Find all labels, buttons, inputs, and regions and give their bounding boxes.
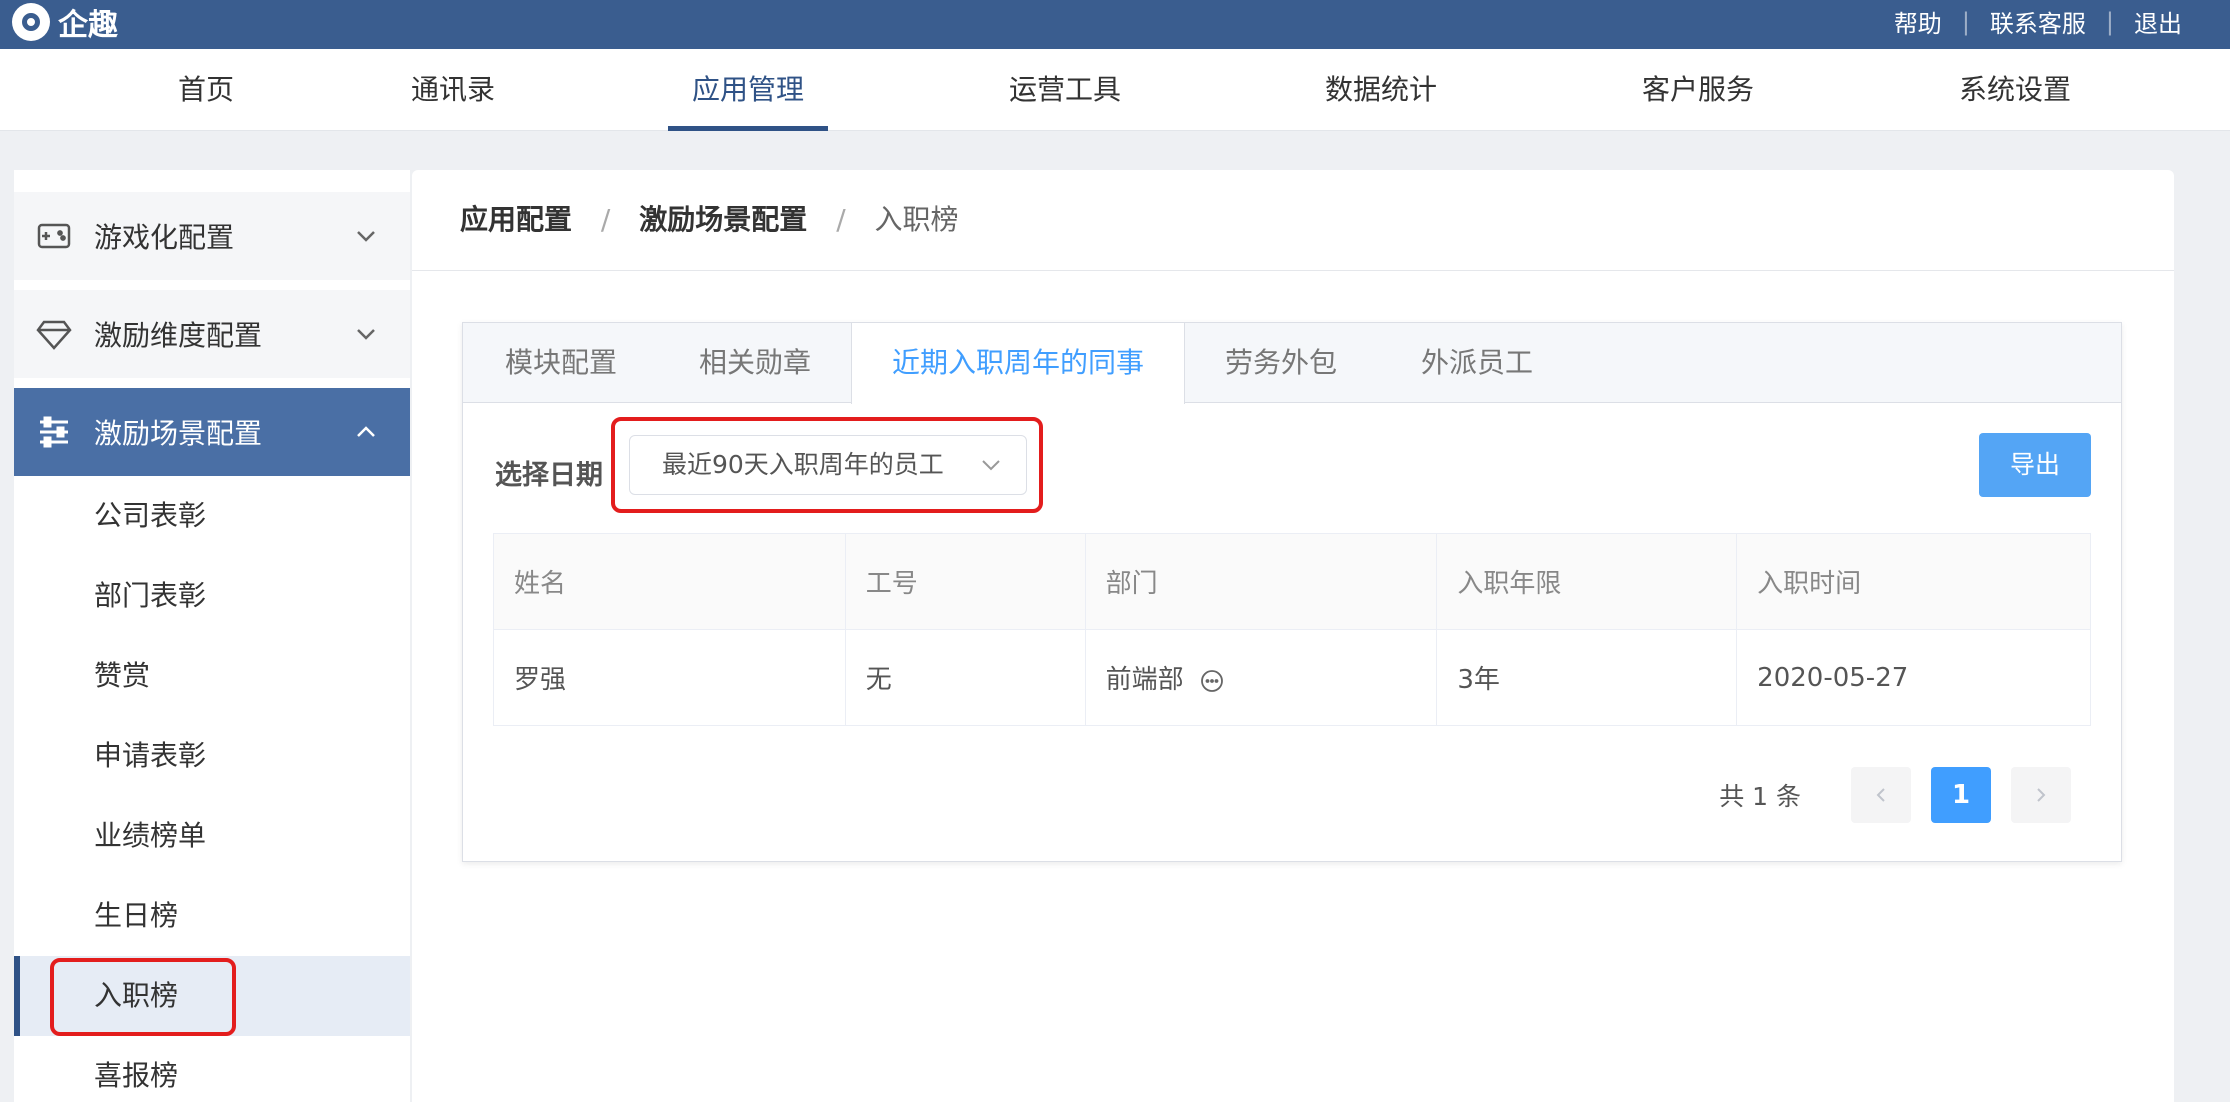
tab-module-config[interactable]: 模块配置 — [505, 323, 617, 403]
nav-home[interactable]: 首页 — [178, 49, 234, 131]
content-panel: 应用配置 / 激励场景配置 / 入职榜 模块配置 相关勋章 近期入职周年的同事 … — [412, 170, 2174, 1102]
highlight-box — [611, 417, 1043, 513]
contact-support-link[interactable]: 联系客服 — [1990, 4, 2086, 39]
nav-operation-tools[interactable]: 运营工具 — [1009, 49, 1121, 131]
column-header-name: 姓名 — [493, 533, 846, 630]
sidebar-item-company-commendation[interactable]: 公司表彰 — [14, 476, 410, 556]
main-nav: 首页 通讯录 应用管理 运营工具 数据统计 客户服务 系统设置 — [0, 49, 2230, 131]
prev-page-button[interactable] — [1851, 767, 1911, 823]
sidebar-item-birthday-ranking[interactable]: 生日榜 — [14, 876, 410, 956]
logo[interactable]: 企趣 — [12, 3, 118, 43]
sidebar-group-incentive-scene[interactable]: 激励场景配置 — [14, 388, 410, 476]
export-button[interactable]: 导出 — [1979, 433, 2091, 497]
column-header-dept: 部门 — [1084, 533, 1438, 630]
link-separator: | — [2105, 7, 2114, 36]
link-separator: | — [1961, 7, 1970, 36]
dept-name: 前端部 — [1105, 665, 1184, 695]
date-filter-label: 选择日期 — [495, 460, 603, 491]
cell-name: 罗强 — [493, 629, 846, 726]
cell-date: 2020-05-27 — [1736, 629, 2091, 726]
chevron-right-icon — [2037, 788, 2046, 802]
sidebar-item-department-commendation[interactable]: 部门表彰 — [14, 556, 410, 636]
sidebar-group-gamification[interactable]: 游戏化配置 — [14, 192, 410, 280]
logo-icon — [12, 3, 50, 41]
next-page-button[interactable] — [2011, 767, 2071, 823]
chevron-down-icon — [357, 231, 375, 242]
breadcrumb-separator: / — [600, 203, 611, 236]
chevron-left-icon — [1876, 788, 1885, 802]
sidebar-item-apply-commendation[interactable]: 申请表彰 — [14, 716, 410, 796]
help-link[interactable]: 帮助 — [1894, 4, 1942, 39]
divider — [412, 270, 2174, 271]
cell-dept: 前端部 — [1084, 629, 1438, 726]
breadcrumb-current: 入职榜 — [874, 203, 959, 236]
sidebar-group-label: 激励维度配置 — [94, 319, 263, 352]
nav-data-statistics[interactable]: 数据统计 — [1325, 49, 1437, 131]
column-header-date: 入职时间 — [1736, 533, 2091, 630]
sidebar-item-performance-ranking[interactable]: 业绩榜单 — [14, 796, 410, 876]
tab-bar: 模块配置 相关勋章 近期入职周年的同事 劳务外包 外派员工 — [463, 323, 2121, 404]
tab-labor-outsourcing[interactable]: 劳务外包 — [1225, 323, 1337, 403]
chevron-down-icon — [357, 329, 375, 340]
table-header-row: 姓名 工号 部门 入职年限 入职时间 — [493, 533, 2091, 630]
more-icon[interactable] — [1200, 669, 1224, 693]
cell-id: 无 — [844, 629, 1086, 726]
nav-system-settings[interactable]: 系统设置 — [1959, 49, 2071, 131]
tab-related-medals[interactable]: 相关勋章 — [699, 323, 811, 403]
column-header-years: 入职年限 — [1436, 533, 1738, 630]
top-links: 帮助 | 联系客服 | 退出 — [1894, 4, 2182, 39]
breadcrumb: 应用配置 / 激励场景配置 / 入职榜 — [460, 170, 959, 270]
logout-link[interactable]: 退出 — [2134, 4, 2182, 39]
page-number-button[interactable]: 1 — [1931, 767, 1991, 823]
breadcrumb-separator: / — [836, 203, 846, 236]
table-row: 罗强 无 前端部 3年 2020-05-27 — [493, 629, 2091, 726]
sliders-icon — [34, 412, 74, 452]
column-header-id: 工号 — [844, 533, 1086, 630]
gamepad-icon — [34, 216, 74, 256]
logo-text: 企趣 — [58, 8, 118, 43]
pagination: 共 1 条 1 — [1719, 767, 2071, 823]
top-bar: 企趣 帮助 | 联系客服 | 退出 — [0, 0, 2230, 49]
cell-years: 3年 — [1436, 629, 1738, 726]
chevron-up-icon — [357, 426, 375, 437]
sidebar-group-label: 游戏化配置 — [94, 221, 235, 254]
tab-dispatched-staff[interactable]: 外派员工 — [1421, 323, 1533, 403]
sidebar-item-appreciation[interactable]: 赞赏 — [14, 636, 410, 716]
nav-app-management[interactable]: 应用管理 — [667, 49, 829, 131]
pagination-total: 共 1 条 — [1719, 782, 1801, 811]
sidebar-group-label: 激励场景配置 — [94, 417, 263, 450]
nav-customer-service[interactable]: 客户服务 — [1642, 49, 1754, 131]
highlight-box — [50, 958, 236, 1036]
sidebar-group-incentive-dimension[interactable]: 激励维度配置 — [14, 290, 410, 378]
anniversary-table: 姓名 工号 部门 入职年限 入职时间 罗强 无 前端部 3年 2020-05-2… — [493, 533, 2091, 726]
nav-contacts[interactable]: 通讯录 — [411, 49, 495, 131]
diamond-icon — [34, 314, 74, 354]
breadcrumb-app-config[interactable]: 应用配置 — [460, 203, 572, 236]
breadcrumb-incentive-scene[interactable]: 激励场景配置 — [639, 203, 807, 236]
sidebar-item-good-news-ranking[interactable]: 喜报榜 — [14, 1036, 410, 1102]
tab-card: 模块配置 相关勋章 近期入职周年的同事 劳务外包 外派员工 选择日期 最近90天… — [462, 322, 2122, 862]
tab-recent-anniversary[interactable]: 近期入职周年的同事 — [851, 323, 1186, 404]
